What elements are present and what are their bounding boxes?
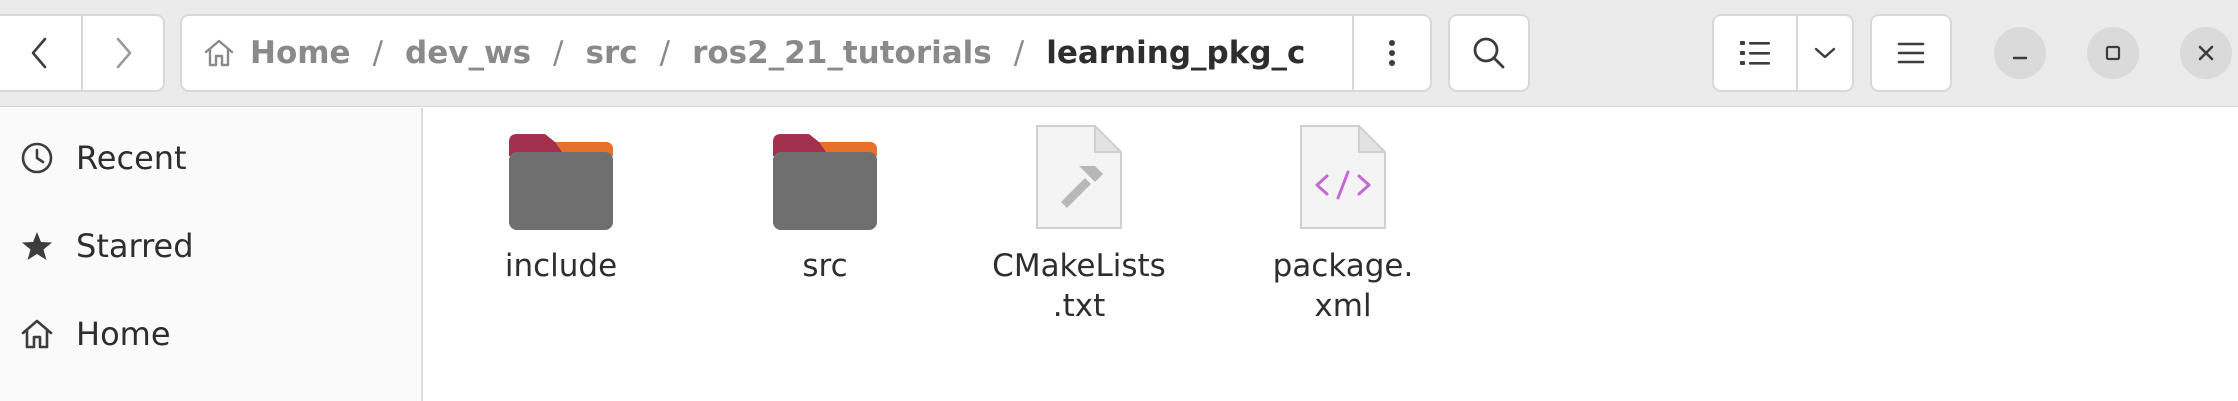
sidebar-item-starred[interactable]: Starred <box>0 213 421 279</box>
folder-icon <box>501 122 621 234</box>
list-view-icon <box>1740 41 1770 65</box>
breadcrumb-separator: / <box>553 35 564 71</box>
chevron-down-icon <box>1814 47 1836 59</box>
close-icon <box>2198 45 2214 61</box>
minimize-button[interactable] <box>1994 27 2046 79</box>
navigation-buttons <box>0 14 165 92</box>
sidebar-item-label: Recent <box>76 139 187 177</box>
path-menu-button[interactable] <box>1352 16 1430 90</box>
sidebar-item-label: Home <box>76 315 171 353</box>
sidebar-item-recent[interactable]: Recent <box>0 125 421 191</box>
view-options-dropdown[interactable] <box>1796 16 1852 90</box>
file-name: include <box>504 248 618 284</box>
breadcrumb-separator: / <box>659 35 671 71</box>
breadcrumb-separator: / <box>372 35 384 71</box>
forward-button[interactable] <box>80 16 164 90</box>
xml-file-icon <box>1283 122 1403 234</box>
list-view-button[interactable] <box>1714 16 1796 90</box>
maximize-button[interactable] <box>2087 27 2139 79</box>
chevron-left-icon <box>31 37 47 69</box>
home-icon <box>18 315 56 353</box>
sidebar-item-home[interactable]: Home <box>0 301 421 367</box>
file-name: package. xml <box>1272 248 1414 324</box>
file-item-package-xml[interactable]: package. xml <box>1248 122 1438 326</box>
breadcrumb-item-current[interactable]: learning_pkg_c <box>1046 35 1305 71</box>
breadcrumb-separator: / <box>1013 35 1025 71</box>
home-icon <box>204 39 234 67</box>
path-bar: Home / dev_ws / src / ros2_21_tutorials … <box>180 14 1432 92</box>
hamburger-menu-icon <box>1897 42 1925 64</box>
main-menu-button[interactable] <box>1870 14 1952 92</box>
breadcrumb-item-src[interactable]: src <box>586 35 638 71</box>
search-button[interactable] <box>1448 14 1530 92</box>
chevron-right-icon <box>116 37 132 69</box>
file-item-src[interactable]: src <box>730 122 920 286</box>
file-item-cmakelists[interactable]: CMakeLists .txt <box>984 122 1174 326</box>
file-item-include[interactable]: include <box>466 122 656 286</box>
sidebar-item-label: Starred <box>76 227 194 265</box>
header-bar: Home / dev_ws / src / ros2_21_tutorials … <box>0 0 2238 107</box>
back-button[interactable] <box>0 16 81 90</box>
sidebar: Recent Starred Home <box>0 108 423 401</box>
maximize-icon <box>2105 45 2121 61</box>
breadcrumb-item-home[interactable]: Home <box>202 35 351 71</box>
clock-icon <box>18 139 56 177</box>
star-icon <box>18 227 56 265</box>
more-vertical-icon <box>1389 40 1395 66</box>
folder-icon <box>765 122 885 234</box>
search-icon <box>1473 37 1505 69</box>
file-name: CMakeLists .txt <box>992 248 1166 324</box>
build-script-file-icon <box>1019 122 1139 234</box>
breadcrumb-item-dev-ws[interactable]: dev_ws <box>405 35 531 71</box>
view-mode-group <box>1712 14 1854 92</box>
minimize-icon <box>2012 56 2028 60</box>
breadcrumb-label: Home <box>250 35 351 71</box>
breadcrumb-item-ros2-21-tutorials[interactable]: ros2_21_tutorials <box>692 35 992 71</box>
file-name: src <box>802 248 848 284</box>
close-button[interactable] <box>2180 27 2232 79</box>
breadcrumb: Home / dev_ws / src / ros2_21_tutorials … <box>182 16 1352 90</box>
